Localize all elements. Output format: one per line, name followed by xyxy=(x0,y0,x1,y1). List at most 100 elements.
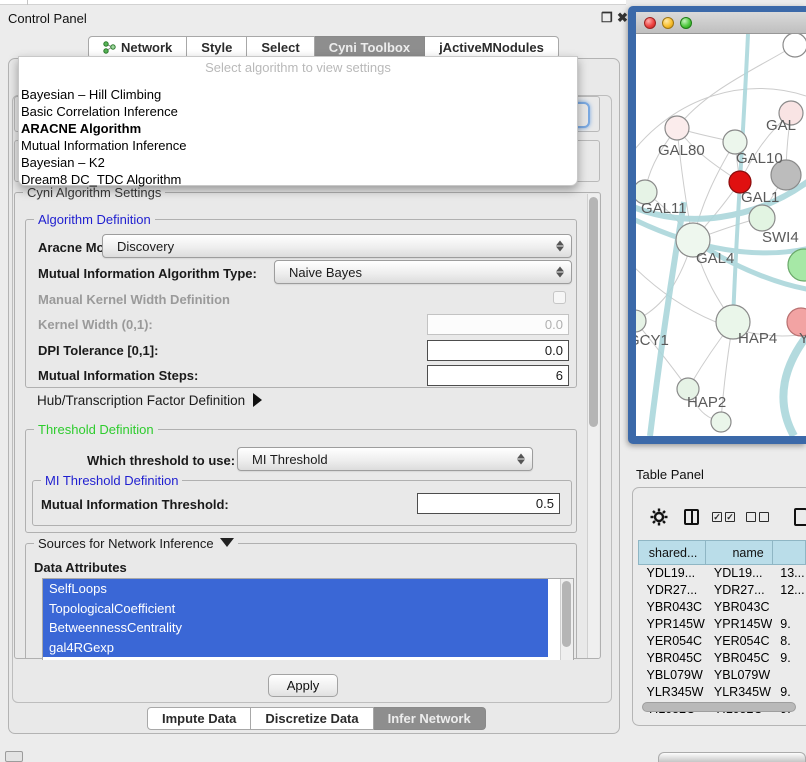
node-label-hap4: HAP4 xyxy=(738,330,777,347)
tab-select-label: Select xyxy=(261,40,299,55)
tab-discretize-data[interactable]: Discretize Data xyxy=(251,707,373,730)
algorithm-option[interactable]: Mutual Information Inference xyxy=(21,137,186,154)
which-threshold-value: MI Threshold xyxy=(252,452,328,467)
select-all-checkboxes-icon[interactable]: ✓✓ xyxy=(712,512,738,522)
minimize-traffic-light-icon[interactable] xyxy=(662,17,674,29)
aracne-mode-combobox[interactable]: Discovery xyxy=(102,234,572,258)
node-attribute-table[interactable]: shared... name YDL19...YDL19...13... YDR… xyxy=(638,540,806,718)
cell: YPR145W xyxy=(706,616,772,633)
cell: YER054C xyxy=(639,633,706,650)
dpi-tolerance-input[interactable]: 0.0 xyxy=(427,340,569,361)
mi-steps-input[interactable]: 6 xyxy=(427,365,569,386)
top-strip-divider xyxy=(27,0,28,5)
expand-right-icon xyxy=(253,393,262,407)
table-row[interactable]: YBL079WYBL079W xyxy=(639,667,806,684)
cell: YPR145W xyxy=(639,616,706,633)
column-layout-icon[interactable] xyxy=(684,509,699,525)
threshold-definition-title: Threshold Definition xyxy=(34,422,158,437)
network-icon xyxy=(103,41,116,54)
apply-button[interactable]: Apply xyxy=(268,674,338,697)
table-row[interactable]: YBR043CYBR043C xyxy=(639,599,806,616)
node-label-swi4: SWI4 xyxy=(762,229,799,246)
algorithm-definition-group: Algorithm Definition Aracne Mode: Discov… xyxy=(25,219,577,388)
cell: 8. xyxy=(772,633,805,650)
cell: YDR27... xyxy=(706,582,772,599)
network-window-titlebar[interactable] xyxy=(636,12,806,34)
cell: 13... xyxy=(772,565,805,582)
table-row[interactable]: YDL19...YDL19...13... xyxy=(639,565,806,582)
mi-threshold-group-title: MI Threshold Definition xyxy=(41,473,182,488)
close-traffic-light-icon[interactable] xyxy=(644,17,656,29)
dpi-tolerance-value: 0.0 xyxy=(545,343,563,358)
bottom-left-button[interactable] xyxy=(5,751,23,762)
cell: YBR045C xyxy=(706,650,772,667)
mi-steps-value: 6 xyxy=(556,368,563,383)
cell: YBR043C xyxy=(639,599,706,616)
node-label-gal10: GAL10 xyxy=(736,150,783,167)
cell: YBR043C xyxy=(706,599,772,616)
hub-definition-expander[interactable]: Hub/Transcription Factor Definition xyxy=(37,393,262,408)
table-hscrollbar-thumb[interactable] xyxy=(642,702,796,712)
cyni-bottom-tabbar: Impute Data Discretize Data Infer Networ… xyxy=(147,707,486,730)
mi-steps-label: Mutual Information Steps: xyxy=(38,368,198,383)
node-label-gal-cut: GAL xyxy=(766,117,796,134)
zoom-traffic-light-icon[interactable] xyxy=(680,17,692,29)
settings-scrollbar-thumb[interactable] xyxy=(589,197,598,427)
list-item-selected[interactable]: gal4RGexp xyxy=(43,638,548,658)
table-settings-gear-icon[interactable] xyxy=(650,508,668,526)
cell: YER054C xyxy=(706,633,772,650)
close-window-icon[interactable]: ✖ xyxy=(617,10,628,26)
mi-threshold-input[interactable]: 0.5 xyxy=(417,493,560,514)
table-header-row[interactable]: shared... name xyxy=(639,541,806,565)
table-row[interactable]: YBR045CYBR045C9. xyxy=(639,650,806,667)
algorithm-definition-title: Algorithm Definition xyxy=(34,212,155,227)
column-header-shared[interactable]: shared... xyxy=(639,541,706,565)
tab-infer-network[interactable]: Infer Network xyxy=(374,707,486,730)
node-label-gcy1: GCY1 xyxy=(636,332,669,349)
stepper-icon xyxy=(556,241,564,252)
network-graph: GAL GAL80 GAL10 GAL1 GAL11 SWI4 GAL4 GCY… xyxy=(636,34,806,436)
list-item-selected[interactable]: TopologicalCoefficient xyxy=(43,599,548,619)
hub-definition-label: Hub/Transcription Factor Definition xyxy=(37,393,245,408)
manual-kernel-width-checkbox[interactable] xyxy=(553,291,566,304)
float-window-icon[interactable]: ❐ xyxy=(601,10,613,26)
tab-impute-data-label: Impute Data xyxy=(162,711,236,726)
table-panel-title: Table Panel xyxy=(636,467,704,482)
table-row[interactable]: YPR145WYPR145W9. xyxy=(639,616,806,633)
table-row[interactable]: YER054CYER054C8. xyxy=(639,633,806,650)
column-header-name[interactable]: name xyxy=(706,541,772,565)
mi-threshold-group: MI Threshold Definition Mutual Informati… xyxy=(32,480,572,526)
sources-title[interactable]: Sources for Network Inference xyxy=(34,536,238,551)
which-threshold-combobox[interactable]: MI Threshold xyxy=(237,447,533,471)
list-item-selected[interactable]: BetweennessCentrality xyxy=(43,618,548,638)
algorithm-option[interactable]: Bayesian – K2 xyxy=(21,154,105,171)
node-label-gal4: GAL4 xyxy=(696,250,734,267)
tab-impute-data[interactable]: Impute Data xyxy=(147,707,251,730)
data-attributes-list[interactable]: SelfLoops TopologicalCoefficient Between… xyxy=(42,578,574,660)
list-item-selected[interactable]: SelfLoops xyxy=(43,579,548,599)
algorithm-option[interactable]: Bayesian – Hill Climbing xyxy=(21,86,161,103)
algorithm-option[interactable]: Dream8 DC_TDC Algorithm xyxy=(21,171,181,188)
cell: YBR045C xyxy=(639,650,706,667)
algorithm-dropdown-popup: Select algorithm to view settings Bayesi… xyxy=(18,56,578,186)
data-attributes-label: Data Attributes xyxy=(34,560,127,575)
tab-discretize-data-label: Discretize Data xyxy=(265,711,358,726)
mi-type-combobox[interactable]: Naive Bayes xyxy=(274,260,572,284)
app-top-strip xyxy=(0,0,626,5)
tab-network-label: Network xyxy=(121,40,172,55)
tab-jactivemnodules-label: jActiveMNodules xyxy=(439,40,544,55)
node-label-hap2: HAP2 xyxy=(687,394,726,411)
algorithm-option[interactable]: Basic Correlation Inference xyxy=(21,103,178,120)
cell: 9. xyxy=(772,650,805,667)
new-table-doc-icon[interactable] xyxy=(794,508,806,526)
network-canvas[interactable]: GAL GAL80 GAL10 GAL1 GAL11 SWI4 GAL4 GCY… xyxy=(636,34,806,436)
kernel-width-input[interactable]: 0.0 xyxy=(427,314,569,335)
cell xyxy=(772,599,805,616)
cell: 12... xyxy=(772,582,805,599)
column-header-cut[interactable] xyxy=(772,541,805,565)
collapse-down-icon xyxy=(220,538,234,547)
algorithm-option-selected[interactable]: ARACNE Algorithm xyxy=(21,120,141,137)
list-scrollbar-thumb[interactable] xyxy=(562,581,571,647)
deselect-all-checkboxes-icon[interactable] xyxy=(746,512,772,522)
table-row[interactable]: YDR27...YDR27...12... xyxy=(639,582,806,599)
